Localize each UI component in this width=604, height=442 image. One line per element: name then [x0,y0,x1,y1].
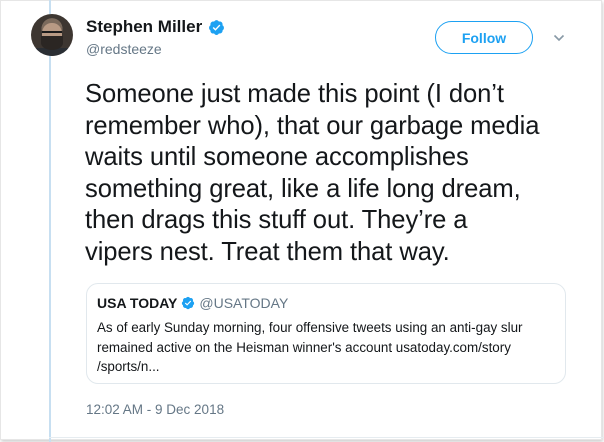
quoted-handle: @USATODAY [199,295,289,311]
author-handle[interactable]: @redsteeze [86,41,162,57]
chevron-down-icon[interactable] [553,31,565,43]
tweet-text: Someone just made this point (I don’t re… [85,80,540,266]
quoted-tweet-header: USA TODAY @USATODAY [97,295,288,311]
quoted-tweet-text: As of early Sunday morning, four offensi… [97,320,523,374]
thread-line [49,0,51,442]
author-display-name[interactable]: Stephen Miller [86,17,202,37]
quoted-tweet-card[interactable]: USA TODAY @USATODAY As of early Sunday m… [86,283,566,384]
avatar[interactable] [31,14,73,56]
verified-badge-icon [181,296,195,310]
divider [49,437,604,438]
tweet-timestamp[interactable]: 12:02 AM - 9 Dec 2018 [86,402,224,417]
follow-button[interactable]: Follow [435,21,533,54]
verified-badge-icon [208,19,225,36]
quoted-display-name: USA TODAY [97,295,178,311]
author-name-row[interactable]: Stephen Miller [86,17,225,37]
